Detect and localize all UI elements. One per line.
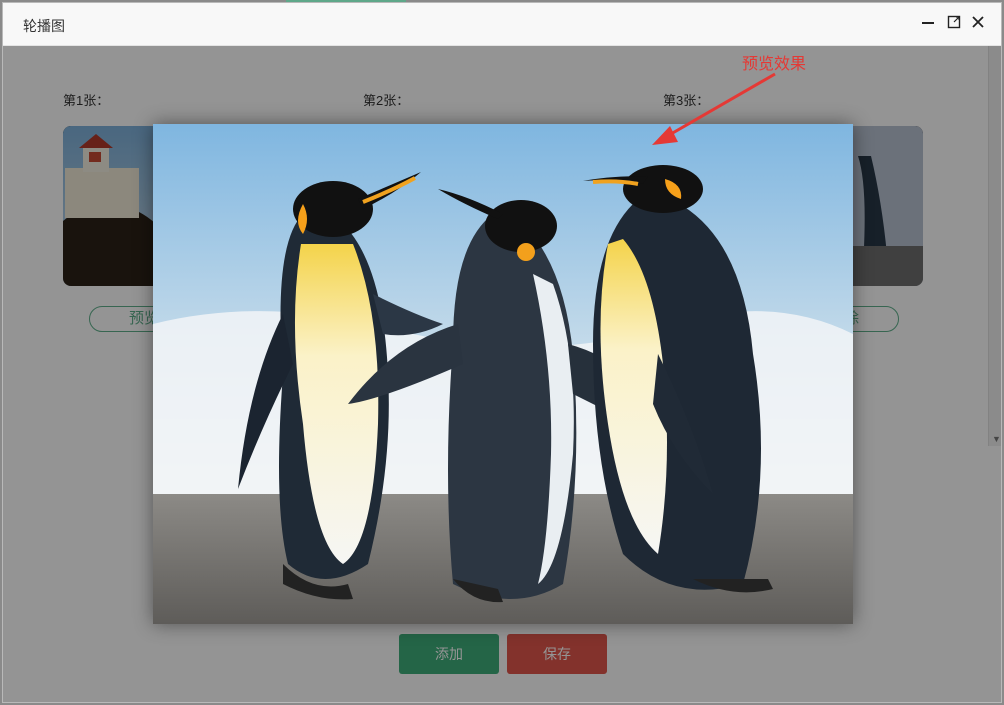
dialog-title: 轮播图	[23, 18, 65, 34]
preview-image	[153, 124, 853, 624]
annotation-arrow-icon	[652, 72, 776, 145]
maximize-icon[interactable]	[945, 15, 963, 33]
dialog-titlebar: 轮播图	[3, 3, 1001, 46]
minimize-icon[interactable]	[919, 15, 937, 33]
close-icon[interactable]	[969, 15, 987, 33]
